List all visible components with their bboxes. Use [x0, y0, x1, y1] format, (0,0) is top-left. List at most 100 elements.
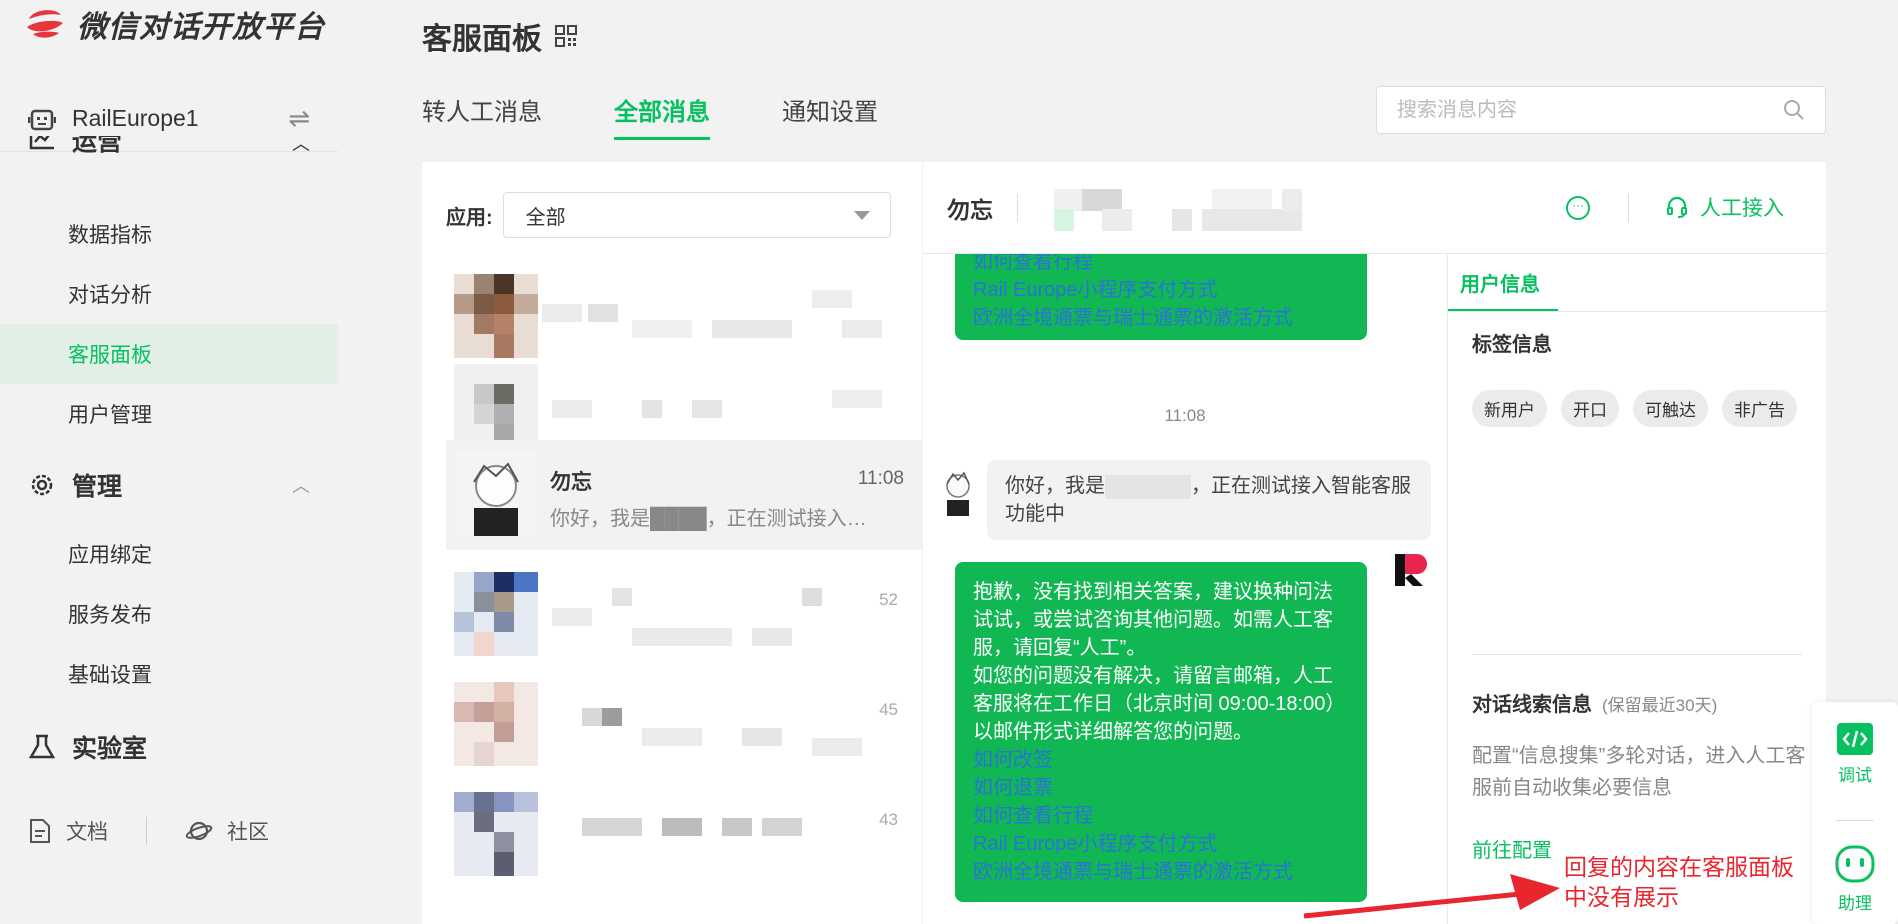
- tag-list: 新用户 开口 可触达 非广告: [1472, 390, 1812, 427]
- clue-title: 对话线索信息: [1472, 694, 1592, 716]
- switch-account-icon[interactable]: ⇌: [288, 103, 310, 134]
- bot-reply-bubble: 如何查看行程 Rail Europe小程序支付方式 欧洲全境通票与瑞士通票的激活…: [955, 254, 1367, 340]
- nav-group-lab[interactable]: 实验室: [0, 722, 338, 772]
- nav-item-data-metrics[interactable]: 数据指标: [0, 204, 338, 264]
- chevron-up-icon[interactable]: ︿: [292, 136, 310, 156]
- conversation-preview: 你好，我是████，正在测试接入智能客服功能中: [550, 508, 870, 530]
- faq-link[interactable]: Rail Europe小程序支付方式: [973, 276, 1349, 304]
- nav-group-label: 实验室: [72, 735, 148, 763]
- list-item[interactable]: 43: [446, 780, 922, 890]
- robot-icon: [28, 109, 56, 130]
- nav-item-user-management[interactable]: 用户管理: [0, 384, 338, 444]
- debug-label: 调试: [1838, 766, 1872, 785]
- faq-link[interactable]: 如何退票: [973, 774, 1349, 802]
- bot-logo-icon: [1395, 554, 1427, 586]
- divider: [1628, 194, 1629, 222]
- page-title: 客服面板: [422, 14, 578, 58]
- clue-subtitle: (保留最近30天): [1602, 696, 1718, 715]
- tag: 开口: [1561, 390, 1619, 427]
- divider: [146, 817, 147, 845]
- nav-item-dialog-analysis[interactable]: 对话分析: [0, 264, 338, 324]
- bot-fallback-bubble: 抱歉，没有找到相关答案，建议换种问法试试，或尝试咨询其他问题。如需人工客服，请回…: [955, 562, 1367, 902]
- brand-name: 微信对话开放平台: [77, 11, 325, 44]
- divider: [1836, 820, 1874, 821]
- app-filter: 应用: 全部: [446, 192, 891, 238]
- planet-icon: [185, 821, 213, 841]
- annotation-arrow: [1303, 874, 1560, 919]
- user-info-panel: 用户信息 标签信息 新用户 开口 可触达 非广告 对话线索信息 (保留最近30天)…: [1447, 254, 1826, 924]
- chat-panel: 勿忘 ··· 人工接入 如何查看行程 Rail Europe小程序支付方式 欧洲…: [923, 162, 1826, 924]
- avatar: [454, 274, 538, 358]
- faq-link[interactable]: 欧洲全境通票与瑞士通票的激活方式: [973, 858, 1349, 886]
- chat-header: 勿忘 ··· 人工接入: [923, 162, 1826, 254]
- community-link[interactable]: 社区: [185, 816, 269, 846]
- nav-item-app-binding[interactable]: 应用绑定: [0, 524, 338, 584]
- floating-toolbar: 调试 助理: [1812, 702, 1898, 924]
- tag: 新用户: [1472, 390, 1547, 427]
- user-avatar: [946, 471, 970, 516]
- manual-takeover-label: 人工接入: [1700, 197, 1784, 220]
- blurred-content: [542, 290, 882, 338]
- faq-link[interactable]: 如何改签: [973, 746, 1349, 774]
- tab-all-messages[interactable]: 全部消息: [614, 92, 710, 140]
- message-timestamp: 11:08: [1164, 406, 1206, 425]
- conversation-list-panel: 应用: 全部 勿忘 11:08 你好，我是████，正在测试接入智 52 45 …: [422, 162, 922, 924]
- more-options-icon[interactable]: ···: [1566, 196, 1590, 220]
- nav-item-service-panel[interactable]: 客服面板: [0, 324, 338, 384]
- search-box[interactable]: [1376, 86, 1826, 134]
- search-input[interactable]: [1397, 98, 1783, 122]
- tab-user-info[interactable]: 用户信息: [1448, 254, 1558, 312]
- account-name: RailEurope1: [72, 105, 199, 131]
- list-item-active[interactable]: 勿忘 11:08 你好，我是████，正在测试接入智能客服功能中: [446, 440, 922, 550]
- divider: [1448, 311, 1826, 312]
- clue-section-title: 对话线索信息 (保留最近30天): [1472, 688, 1717, 717]
- docs-link[interactable]: 文档: [28, 816, 108, 846]
- nav-group-label: 管理: [72, 473, 123, 501]
- app-filter-value: 全部: [525, 206, 566, 229]
- faq-link[interactable]: 如何查看行程: [973, 254, 1349, 276]
- nav-group-manage[interactable]: 管理 ︿: [0, 460, 338, 510]
- assistant-button[interactable]: 助理: [1812, 844, 1898, 914]
- conversation-time: 52: [879, 590, 898, 609]
- sidebar: 微信对话开放平台 RailEurope1 ⇌ 运营 ︿ 数据指标 对话分析 客服…: [0, 0, 338, 924]
- faq-link[interactable]: 欧洲全境通票与瑞士通票的激活方式: [973, 304, 1349, 332]
- chart-line-icon: [29, 136, 54, 150]
- list-item[interactable]: 52: [446, 560, 922, 670]
- avatar: [454, 682, 538, 766]
- tab-bar: 转人工消息 全部消息 通知设置: [422, 92, 878, 140]
- goto-config-link[interactable]: 前往配置: [1472, 834, 1552, 863]
- app-filter-select[interactable]: 全部: [502, 192, 891, 238]
- conversation-time: 11:08: [857, 468, 904, 489]
- nav-item-publish[interactable]: 服务发布: [0, 584, 338, 644]
- brand[interactable]: 微信对话开放平台: [25, 2, 325, 46]
- bot-reply-text: 抱歉，没有找到相关答案，建议换种问法试试，或尝试咨询其他问题。如需人工客服，请回…: [973, 581, 1333, 659]
- community-label: 社区: [227, 821, 269, 844]
- debug-button[interactable]: 调试: [1812, 722, 1898, 786]
- code-icon: [1837, 723, 1873, 755]
- tab-notification-settings[interactable]: 通知设置: [782, 92, 878, 140]
- divider: [1472, 654, 1802, 655]
- qrcode-icon[interactable]: [554, 24, 578, 48]
- message-stream: 如何查看行程 Rail Europe小程序支付方式 欧洲全境通票与瑞士通票的激活…: [923, 254, 1447, 924]
- tag: 非广告: [1722, 390, 1797, 427]
- avatar: [454, 792, 538, 876]
- faq-link[interactable]: 如何查看行程: [973, 802, 1349, 830]
- nav-group-label: 运营: [72, 136, 123, 156]
- chevron-up-icon[interactable]: ︿: [292, 472, 310, 498]
- headset-icon: [1667, 196, 1687, 218]
- brand-logo-icon: [27, 10, 63, 38]
- flask-icon: [28, 734, 56, 759]
- manual-takeover-button[interactable]: 人工接入: [1666, 192, 1784, 222]
- page-title-text: 客服面板: [422, 23, 542, 56]
- document-icon: [30, 819, 50, 843]
- tab-transfer-messages[interactable]: 转人工消息: [422, 92, 542, 140]
- avatar: [454, 364, 538, 448]
- nav-item-basic-settings[interactable]: 基础设置: [0, 644, 338, 704]
- faq-link[interactable]: Rail Europe小程序支付方式: [973, 830, 1349, 858]
- tag: 可触达: [1633, 390, 1708, 427]
- list-item[interactable]: 45: [446, 670, 922, 780]
- blurred-content: [582, 818, 802, 836]
- nav-group-operation[interactable]: 运营 ︿: [0, 136, 338, 162]
- search-icon[interactable]: [1783, 99, 1805, 121]
- blurred-content: [582, 708, 862, 756]
